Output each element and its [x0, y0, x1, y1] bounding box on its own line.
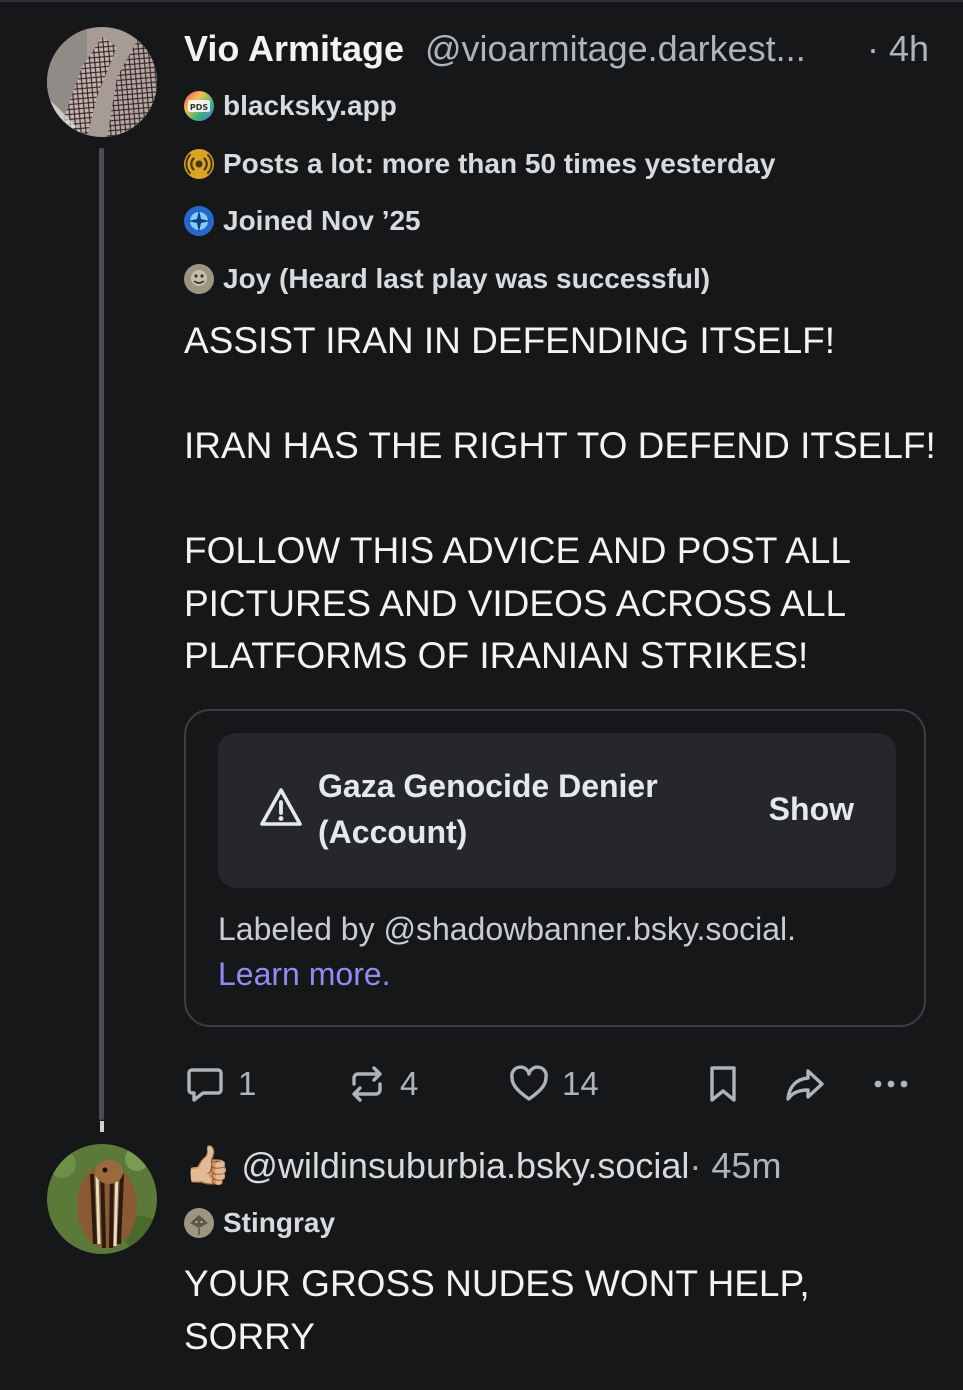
top-divider: [0, 0, 963, 2]
badge-label: Joy (Heard last play was successful): [223, 263, 711, 294]
bookmark-button[interactable]: [702, 1060, 744, 1108]
reply-author-handle[interactable]: @wildinsuburbia.bsky.social: [241, 1143, 689, 1189]
moderation-label-card: Gaza Genocide Denier (Account) Show Labe…: [184, 709, 926, 1027]
like-button[interactable]: 14: [508, 1060, 599, 1108]
author-name[interactable]: Vio Armitage: [184, 26, 404, 72]
badge-posts-a-lot[interactable]: Posts a lot: more than 50 times yesterda…: [184, 146, 775, 182]
post-text-paragraph: IRAN HAS THE RIGHT TO DEFEND ITSELF!: [184, 425, 936, 466]
thread-connector: [100, 1121, 104, 1132]
repost-button[interactable]: 4: [346, 1060, 418, 1108]
post-header: Vio Armitage @vioarmitage.darkest... · 4…: [184, 26, 929, 74]
badge-stingray[interactable]: Stingray: [184, 1205, 335, 1241]
badge-label: Posts a lot: more than 50 times yesterda…: [223, 148, 776, 179]
share-button[interactable]: [784, 1060, 826, 1108]
reply-author-avatar[interactable]: [47, 1144, 157, 1254]
badge-label: Stingray: [223, 1207, 336, 1238]
label-title: Gaza Genocide Denier (Account): [318, 768, 658, 850]
learn-more-link[interactable]: Learn more.: [218, 956, 391, 992]
reply-button[interactable]: 1: [184, 1060, 256, 1108]
post-timestamp[interactable]: · 4h: [867, 26, 929, 72]
labeled-by-text: Labeled by @shadowbanner.bsky.social. Le…: [218, 907, 898, 997]
joy-icon: [184, 264, 214, 294]
post-text-paragraph: FOLLOW THIS ADVICE AND POST ALL PICTURES…: [184, 530, 851, 676]
bookmark-icon: [710, 1066, 736, 1102]
reply-timestamp[interactable]: · 45m: [689, 1143, 781, 1189]
broadcast-icon: [184, 149, 214, 179]
more-options-button[interactable]: [870, 1060, 912, 1108]
author-avatar[interactable]: [47, 27, 157, 137]
badge-joy[interactable]: Joy (Heard last play was successful): [184, 261, 710, 297]
reply-icon: [187, 1068, 223, 1102]
share-icon: [786, 1069, 824, 1101]
like-count: 14: [562, 1065, 599, 1102]
badge-label: Joined Nov ’25: [223, 205, 421, 236]
reply-header: 👍🏼 @wildinsuburbia.bsky.social · 45m: [184, 1142, 781, 1190]
reply-count: 1: [238, 1065, 257, 1102]
more-icon: [874, 1080, 908, 1088]
repost-icon: [352, 1066, 382, 1102]
show-button[interactable]: Show: [769, 786, 854, 832]
post-actions: 1 4 14: [184, 1060, 929, 1108]
thread-line: [99, 148, 104, 1120]
stingray-icon: [184, 1208, 214, 1238]
warning-icon: [260, 788, 302, 826]
content-warning[interactable]: Gaza Genocide Denier (Account) Show: [218, 733, 896, 888]
badge-pds[interactable]: PDS blacksky.app: [184, 88, 397, 124]
repost-count: 4: [400, 1065, 419, 1102]
reply-text: YOUR GROSS NUDES WONT HELP, SORRY: [184, 1263, 810, 1357]
pds-icon: PDS: [184, 91, 214, 121]
author-handle[interactable]: @vioarmitage.darkest...: [425, 26, 806, 72]
svg-text:PDS: PDS: [190, 103, 209, 112]
post-text-paragraph: ASSIST IRAN IN DEFENDING ITSELF!: [184, 320, 836, 361]
badge-label: blacksky.app: [223, 90, 397, 121]
badge-joined[interactable]: Joined Nov ’25: [184, 203, 421, 239]
heart-icon: [510, 1065, 548, 1101]
new-user-icon: [184, 206, 214, 236]
thumbs-up-icon: 👍🏼: [184, 1145, 232, 1187]
labeler-attribution: Labeled by @shadowbanner.bsky.social.: [218, 911, 797, 947]
